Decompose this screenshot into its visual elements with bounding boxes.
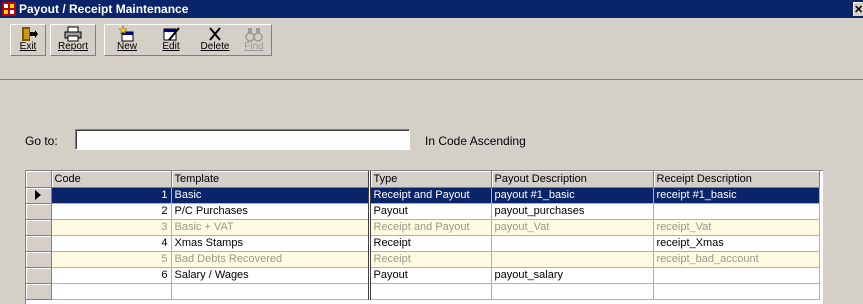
- table-row[interactable]: 2 P/C Purchases Payout payout_purchases: [26, 203, 820, 220]
- cell-code[interactable]: 3: [51, 219, 172, 236]
- row-indicator[interactable]: [26, 187, 52, 204]
- cell-type[interactable]: Payout: [369, 267, 492, 284]
- empty-table-row[interactable]: [26, 283, 820, 300]
- cell-receipt-description[interactable]: [653, 267, 820, 284]
- sort-order-text: In Code Ascending: [425, 134, 526, 148]
- empty-cell[interactable]: [171, 283, 371, 300]
- cell-payout-description[interactable]: [491, 235, 654, 252]
- cell-template[interactable]: Bad Debts Recovered: [171, 251, 371, 268]
- cell-type[interactable]: Receipt: [369, 235, 492, 252]
- records-grid: Code Template Type Payout Description Re…: [25, 170, 823, 304]
- toolbar-group-exit: Exit: [10, 24, 46, 56]
- binoculars-icon: [245, 28, 263, 42]
- printer-icon: [64, 26, 82, 42]
- row-indicator-header: [26, 171, 52, 188]
- column-header-code[interactable]: Code: [51, 171, 172, 188]
- cell-receipt-description[interactable]: receipt_bad_account: [653, 251, 820, 268]
- row-indicator[interactable]: [26, 219, 52, 236]
- row-indicator[interactable]: [26, 283, 52, 300]
- column-header-payout-description[interactable]: Payout Description: [491, 171, 654, 188]
- new-label: New: [116, 41, 137, 52]
- edit-button[interactable]: Edit: [149, 25, 193, 55]
- main-content: Go to: In Code Ascending Code Template T…: [0, 81, 863, 304]
- goto-input[interactable]: [75, 129, 410, 150]
- column-header-type[interactable]: Type: [369, 171, 492, 188]
- cell-payout-description[interactable]: payout_Vat: [491, 219, 654, 236]
- cell-type[interactable]: Receipt and Payout: [369, 187, 492, 204]
- app-icon: [2, 2, 16, 16]
- table-row[interactable]: 5 Bad Debts Recovered Receipt receipt_bad_a…: [26, 251, 820, 268]
- exit-button[interactable]: Exit: [11, 25, 45, 55]
- row-indicator[interactable]: [26, 267, 52, 284]
- table-row[interactable]: 3 Basic + VAT Receipt and Payout payout_Vat…: [26, 219, 820, 236]
- row-indicator[interactable]: [26, 251, 52, 268]
- find-button[interactable]: Find: [237, 25, 271, 55]
- close-icon[interactable]: ✕: [853, 2, 863, 16]
- cell-code[interactable]: 2: [51, 203, 172, 220]
- goto-label: Go to:: [25, 134, 58, 148]
- cell-type[interactable]: Receipt and Payout: [369, 219, 492, 236]
- empty-cell[interactable]: [369, 283, 492, 300]
- exit-label: Exit: [19, 41, 37, 52]
- empty-cell[interactable]: [51, 283, 172, 300]
- toolbar-group-report: Report: [50, 24, 96, 56]
- records-table: Code Template Type Payout Description Re…: [26, 171, 820, 300]
- new-button[interactable]: New: [105, 25, 149, 55]
- column-header-receipt-description[interactable]: Receipt Description: [653, 171, 820, 188]
- find-label: Find: [244, 41, 264, 52]
- cell-payout-description[interactable]: payout_purchases: [491, 203, 654, 220]
- edit-label: Edit: [162, 41, 180, 52]
- delete-label: Delete: [200, 41, 230, 52]
- table-row[interactable]: 4 Xmas Stamps Receipt receipt_Xmas: [26, 235, 820, 252]
- toolbar: Exit Report New Edit Delete Find: [0, 18, 863, 80]
- cell-receipt-description[interactable]: receipt_Vat: [653, 219, 820, 236]
- empty-cell[interactable]: [653, 283, 820, 300]
- delete-button[interactable]: Delete: [193, 25, 237, 55]
- title-bar: Payout / Receipt Maintenance ✕: [0, 0, 863, 18]
- cell-payout-description[interactable]: payout_salary: [491, 267, 654, 284]
- exit-door-icon: [22, 27, 38, 41]
- cell-template[interactable]: Xmas Stamps: [171, 235, 371, 252]
- toolbar-group-records: New Edit Delete Find: [104, 24, 272, 56]
- cell-code[interactable]: 6: [51, 267, 172, 284]
- table-row[interactable]: 6 Salary / Wages Payout payout_salary: [26, 267, 820, 284]
- window-title: Payout / Receipt Maintenance: [19, 2, 189, 16]
- cell-template[interactable]: Basic: [171, 187, 371, 204]
- row-indicator[interactable]: [26, 203, 52, 220]
- current-row-arrow-icon: [35, 190, 41, 200]
- cell-type[interactable]: Payout: [369, 203, 492, 220]
- cell-code[interactable]: 1: [51, 187, 172, 204]
- delete-x-icon: [209, 27, 221, 41]
- empty-cell[interactable]: [491, 283, 654, 300]
- cell-receipt-description[interactable]: receipt #1_basic: [653, 187, 820, 204]
- cell-payout-description[interactable]: [491, 251, 654, 268]
- edit-record-icon: [163, 27, 180, 41]
- cell-type[interactable]: Receipt: [369, 251, 492, 268]
- cell-code[interactable]: 4: [51, 235, 172, 252]
- column-header-template[interactable]: Template: [171, 171, 371, 188]
- cell-template[interactable]: Salary / Wages: [171, 267, 371, 284]
- cell-receipt-description[interactable]: [653, 203, 820, 220]
- report-button[interactable]: Report: [51, 25, 95, 55]
- row-indicator[interactable]: [26, 235, 52, 252]
- report-label: Report: [57, 41, 88, 52]
- cell-payout-description[interactable]: payout #1_basic: [491, 187, 654, 204]
- cell-template[interactable]: Basic + VAT: [171, 219, 371, 236]
- cell-template[interactable]: P/C Purchases: [171, 203, 371, 220]
- new-record-icon: [118, 26, 134, 42]
- cell-receipt-description[interactable]: receipt_Xmas: [653, 235, 820, 252]
- table-row[interactable]: 1 Basic Receipt and Payout payout #1_basic r…: [26, 187, 820, 204]
- header-row: Code Template Type Payout Description Re…: [26, 171, 820, 188]
- cell-code[interactable]: 5: [51, 251, 172, 268]
